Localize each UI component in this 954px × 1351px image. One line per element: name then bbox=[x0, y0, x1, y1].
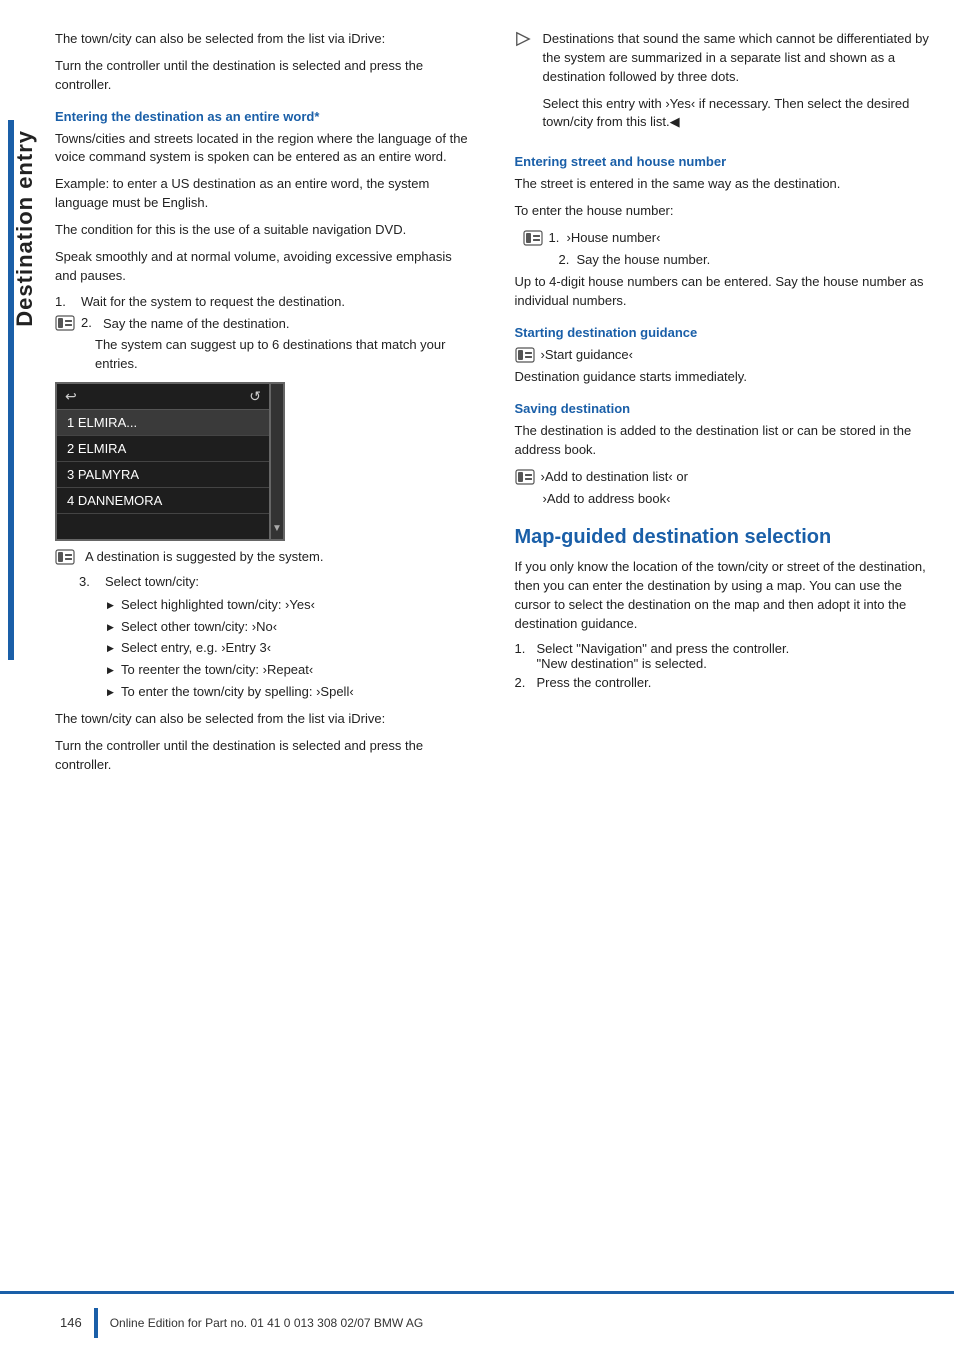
s5-step1-content: Select "Navigation" and press the contro… bbox=[537, 641, 790, 671]
step1-block: 1. Wait for the system to request the de… bbox=[55, 293, 470, 312]
sidebar-text: Destination entry bbox=[0, 130, 50, 327]
scroll-down-icon: ▼ bbox=[272, 523, 282, 534]
screen-note-block: A destination is suggested by the system… bbox=[55, 549, 470, 565]
s3-note: Destination guidance starts immediately. bbox=[515, 368, 935, 387]
s2-step2-num: 2. bbox=[559, 251, 577, 269]
s4-cmd1-text: ›Add to destination list‹ or bbox=[541, 468, 688, 486]
outro-p2: Turn the controller until the destinatio… bbox=[55, 737, 470, 775]
sidebar: Destination entry bbox=[0, 0, 50, 1351]
substep-list: Select highlighted town/city: ›Yes‹ Sele… bbox=[107, 596, 470, 702]
section2-heading: Entering street and house number bbox=[515, 154, 935, 169]
s2-step1-num: 1. bbox=[549, 229, 567, 247]
s1-p2: Example: to enter a US destination as an… bbox=[55, 175, 470, 213]
triangle-note-text: Destinations that sound the same which c… bbox=[543, 30, 935, 140]
step3-text: Select town/city: bbox=[105, 573, 470, 592]
footer-page: 146 bbox=[60, 1315, 82, 1330]
substep-5: To enter the town/city by spelling: ›Spe… bbox=[107, 683, 470, 702]
substep-2: Select other town/city: ›No‹ bbox=[107, 618, 470, 637]
refresh-icon: ↺ bbox=[249, 388, 261, 405]
s3-cmd-text: ›Start guidance‹ bbox=[541, 346, 634, 364]
section5-heading: Map-guided destination selection bbox=[515, 524, 935, 550]
note-p1: Destinations that sound the same which c… bbox=[543, 30, 935, 87]
screen-mockup: ↩ ↺ 1 ELMIRA... 2 ELMIRA 3 PALMYRA 4 DAN… bbox=[55, 382, 285, 541]
s1-p3: The condition for this is the use of a s… bbox=[55, 221, 470, 240]
main-content: The town/city can also be selected from … bbox=[55, 0, 934, 782]
substep-5-text: To enter the town/city by spelling: ›Spe… bbox=[121, 684, 354, 699]
screen-items: ↩ ↺ 1 ELMIRA... 2 ELMIRA 3 PALMYRA 4 DAN… bbox=[55, 382, 271, 541]
footer-text: Online Edition for Part no. 01 41 0 013 … bbox=[110, 1316, 424, 1330]
screen-item-1: 1 ELMIRA... bbox=[57, 410, 269, 436]
step1-text: Wait for the system to request the desti… bbox=[81, 293, 470, 312]
voice-icon-s2 bbox=[523, 230, 543, 246]
intro-p1: The town/city can also be selected from … bbox=[55, 30, 470, 49]
substep-1: Select highlighted town/city: ›Yes‹ bbox=[107, 596, 470, 615]
s5-step1: 1. Select "Navigation" and press the con… bbox=[515, 641, 935, 671]
screen-item-4: 4 DANNEMORA bbox=[57, 488, 269, 514]
s5-step1-note: "New destination" is selected. bbox=[537, 656, 707, 671]
s5-p1: If you only know the location of the tow… bbox=[515, 558, 935, 633]
back-arrow-icon: ↩ bbox=[65, 388, 77, 405]
step2-note: The system can suggest up to 6 destinati… bbox=[95, 336, 470, 374]
voice-icon-screen-note bbox=[55, 549, 77, 565]
screen-item-3: 3 PALMYRA bbox=[57, 462, 269, 488]
s1-p4: Speak smoothly and at normal volume, avo… bbox=[55, 248, 470, 286]
s1-p1: Towns/cities and streets located in the … bbox=[55, 130, 470, 168]
s5-step1-text: Select "Navigation" and press the contro… bbox=[537, 641, 790, 656]
s4-p1: The destination is added to the destinat… bbox=[515, 422, 935, 460]
s2-step2: 2. Say the house number. bbox=[559, 251, 935, 269]
right-column: Destinations that sound the same which c… bbox=[510, 30, 935, 782]
s5-step2-num: 2. bbox=[515, 675, 533, 690]
s2-step2-text: Say the house number. bbox=[577, 251, 711, 269]
s2-step1: 1. ›House number‹ bbox=[523, 229, 935, 247]
screen-header: ↩ ↺ bbox=[57, 384, 269, 410]
section4-heading: Saving destination bbox=[515, 401, 935, 416]
s2-step1-text: ›House number‹ bbox=[567, 229, 661, 247]
step2-num: 2. bbox=[81, 315, 99, 330]
outro-p1: The town/city can also be selected from … bbox=[55, 710, 470, 729]
s3-cmd: ›Start guidance‹ bbox=[515, 346, 935, 364]
s4-cmd2-text: ›Add to address book‹ bbox=[543, 490, 671, 508]
step1-num: 1. bbox=[55, 293, 77, 312]
note-p2: Select this entry with ›Yes‹ if necessar… bbox=[543, 95, 935, 133]
sidebar-label: Destination entry bbox=[12, 130, 38, 327]
step2-text: Say the name of the destination. bbox=[103, 315, 470, 334]
s5-step1-num: 1. bbox=[515, 641, 533, 656]
voice-icon-s3 bbox=[515, 347, 535, 363]
voice-icon-step2 bbox=[55, 315, 77, 331]
footer-accent bbox=[94, 1308, 98, 1338]
s5-step2-text: Press the controller. bbox=[537, 675, 652, 690]
s2-p1: The street is entered in the same way as… bbox=[515, 175, 935, 194]
step2-block: 2. Say the name of the destination. bbox=[55, 315, 470, 334]
footer: 146 Online Edition for Part no. 01 41 0 … bbox=[0, 1291, 954, 1351]
s2-note: Up to 4-digit house numbers can be enter… bbox=[515, 273, 935, 311]
triangle-icon bbox=[515, 31, 535, 50]
step3-block: 3. Select town/city: bbox=[55, 573, 470, 592]
triangle-note: Destinations that sound the same which c… bbox=[515, 30, 935, 140]
substep-4: To reenter the town/city: ›Repeat‹ bbox=[107, 661, 470, 680]
section1-heading: Entering the destination as an entire wo… bbox=[55, 109, 470, 124]
step3-num: 3. bbox=[79, 573, 101, 592]
voice-icon-s4 bbox=[515, 469, 535, 485]
screen-spacer bbox=[57, 514, 269, 539]
scroll-bar: ▼ bbox=[271, 382, 285, 541]
section3-heading: Starting destination guidance bbox=[515, 325, 935, 340]
s5-step2: 2. Press the controller. bbox=[515, 675, 935, 690]
s4-cmd2: ›Add to address book‹ bbox=[543, 490, 935, 508]
screen-note-text: A destination is suggested by the system… bbox=[85, 549, 323, 564]
intro-p2: Turn the controller until the destinatio… bbox=[55, 57, 470, 95]
s4-cmd1: ›Add to destination list‹ or bbox=[515, 468, 935, 486]
substep-3: Select entry, e.g. ›Entry 3‹ bbox=[107, 639, 470, 658]
s2-p2: To enter the house number: bbox=[515, 202, 935, 221]
screen-item-2: 2 ELMIRA bbox=[57, 436, 269, 462]
left-column: The town/city can also be selected from … bbox=[55, 30, 480, 782]
